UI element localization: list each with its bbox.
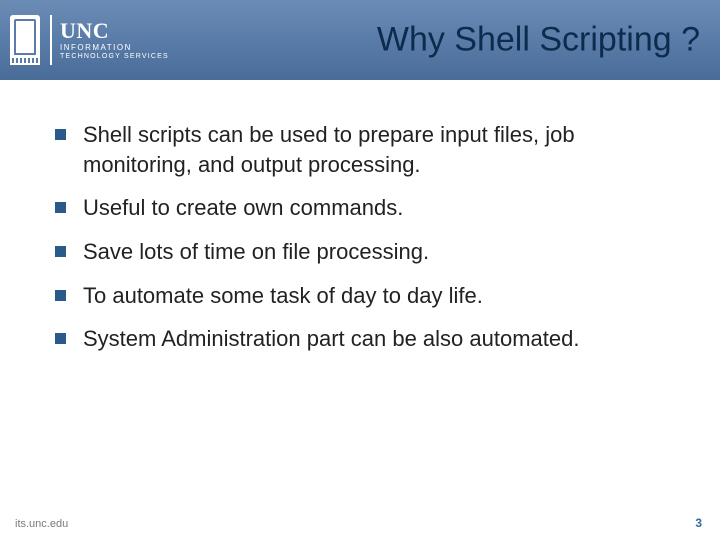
page-number: 3 (695, 516, 702, 530)
logo-main: UNC (60, 20, 169, 42)
bullet-item: Shell scripts can be used to prepare inp… (55, 120, 680, 179)
logo-text: UNC INFORMATION TECHNOLOGY SERVICES (60, 20, 169, 60)
logo-sub2: TECHNOLOGY SERVICES (60, 53, 169, 60)
bullet-item: Save lots of time on file processing. (55, 237, 680, 267)
building-icon (10, 15, 40, 65)
slide: UNC INFORMATION TECHNOLOGY SERVICES Why … (0, 0, 720, 540)
bullet-item: System Administration part can be also a… (55, 324, 680, 354)
slide-title: Why Shell Scripting ? (377, 21, 700, 60)
logo-sub1: INFORMATION (60, 44, 169, 52)
logo-divider (50, 15, 52, 65)
footer-url: its.unc.edu (15, 518, 68, 530)
bullet-item: Useful to create own commands. (55, 193, 680, 223)
slide-content: Shell scripts can be used to prepare inp… (0, 80, 720, 354)
slide-header: UNC INFORMATION TECHNOLOGY SERVICES Why … (0, 0, 720, 80)
bullet-item: To automate some task of day to day life… (55, 281, 680, 311)
bullet-list: Shell scripts can be used to prepare inp… (55, 120, 680, 354)
logo-area: UNC INFORMATION TECHNOLOGY SERVICES (0, 0, 169, 80)
